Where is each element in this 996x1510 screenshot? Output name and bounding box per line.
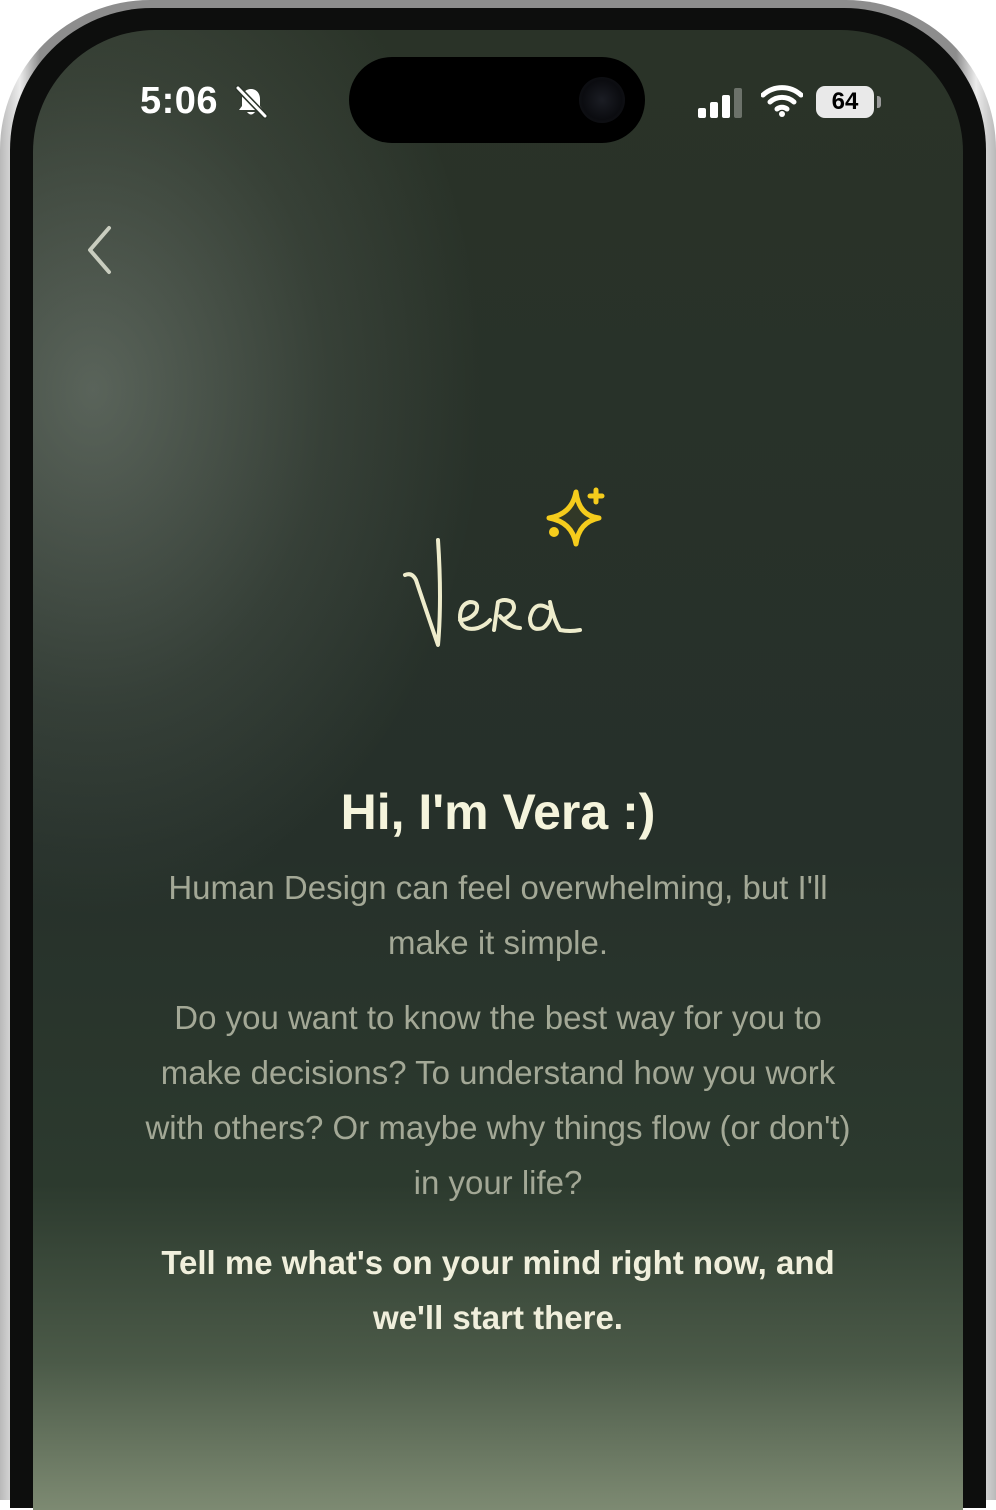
- dynamic-island: [349, 57, 645, 143]
- status-time: 5:06: [140, 80, 219, 122]
- status-bar: 5:06 64: [33, 30, 963, 180]
- wifi-icon: [761, 85, 803, 117]
- intro-paragraph: Human Design can feel overwhelming, but …: [168, 869, 828, 961]
- back-button[interactable]: [83, 222, 133, 278]
- chevron-left-icon: [88, 226, 111, 274]
- battery-tip: [877, 96, 881, 108]
- app-screen: 5:06 64 Hi, I'm Vera:) Human Design can…: [33, 30, 963, 1510]
- questions-paragraph: Do you want to know the best way for you…: [145, 999, 851, 1201]
- page-title: Hi, I'm Vera :): [340, 784, 656, 840]
- sparkle-icon: [546, 487, 605, 547]
- call-to-action-text: Tell me what's on your mind right now, a…: [161, 1244, 835, 1336]
- vera-logo: [403, 487, 605, 647]
- bell-slash-icon: [235, 85, 268, 119]
- battery-level: 64: [816, 86, 874, 118]
- intro-section: Hi, I'm Vera :) Human Design can feel ov…: [33, 782, 963, 1345]
- front-camera: [579, 77, 625, 123]
- cellular-signal-icon: [698, 88, 742, 118]
- vera-wordmark: [403, 538, 582, 647]
- battery-icon: 64: [816, 86, 882, 118]
